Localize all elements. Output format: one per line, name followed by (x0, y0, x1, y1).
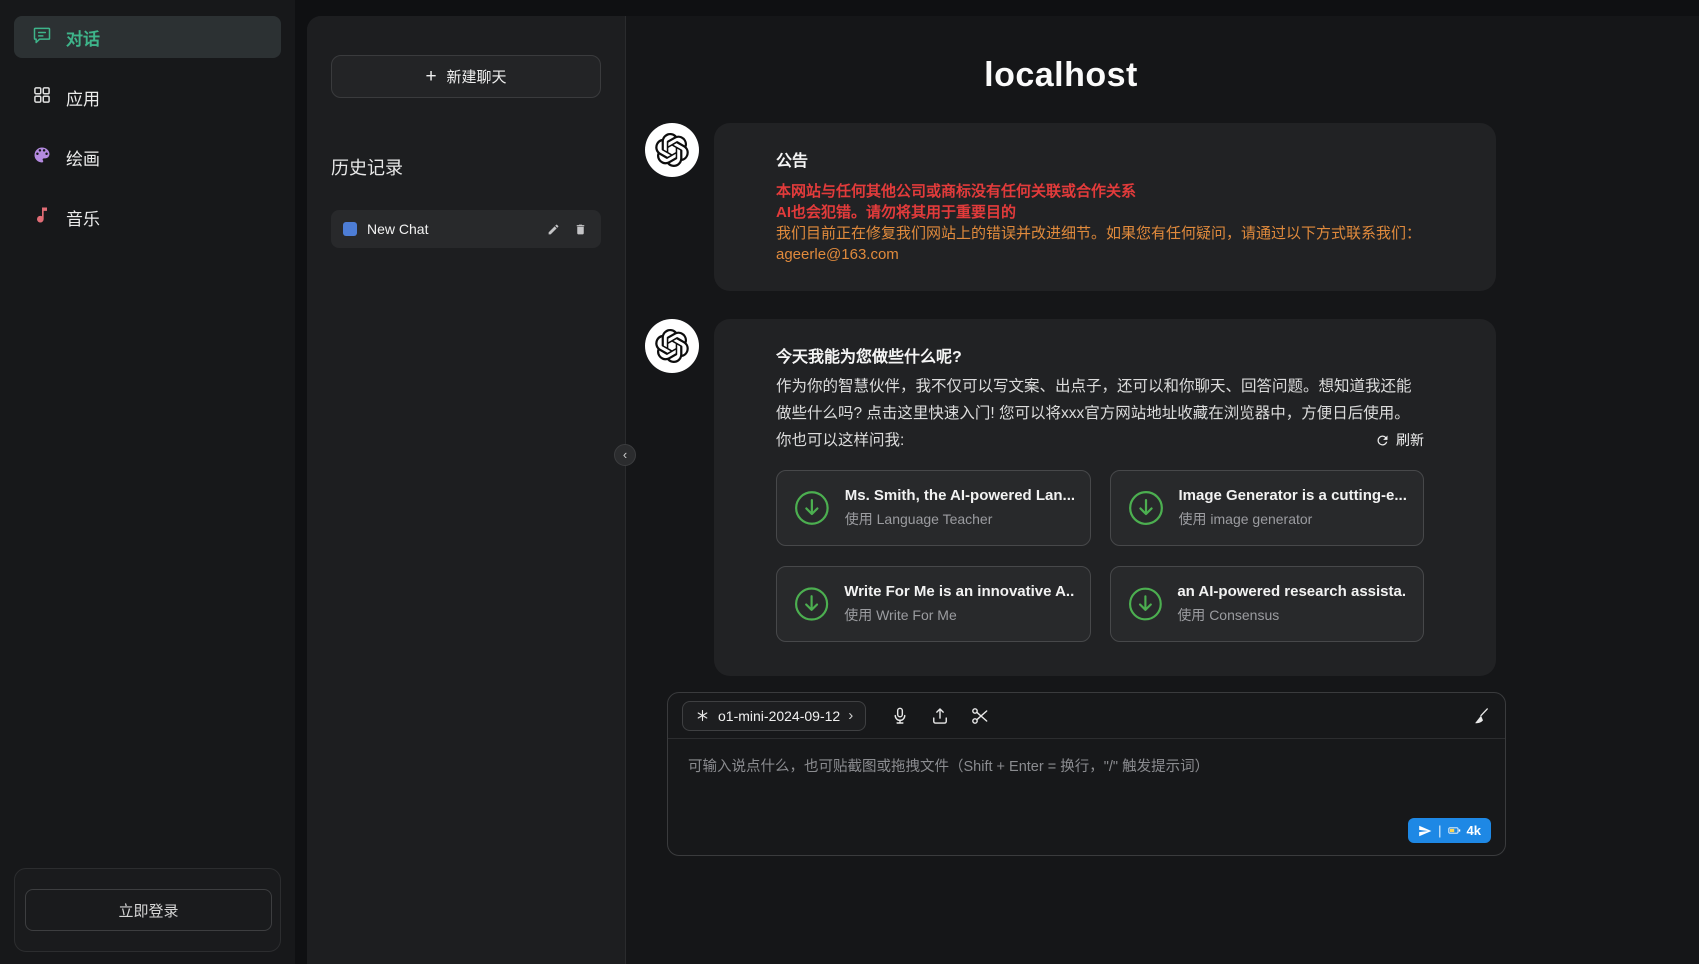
message-announcement: 公告 本网站与任何其他公司或商标没有任何关联或合作关系 AI也会犯错。请勿将其用… (626, 123, 1496, 291)
scissors-icon[interactable] (970, 706, 990, 726)
sidebar-item-drawing[interactable]: 绘画 (14, 136, 281, 178)
login-button[interactable]: 立即登录 (25, 889, 272, 931)
welcome-hint: 你也可以这样问我: (776, 427, 904, 454)
suggestion-text: Write For Me is an innovative A... 使用 Wr… (844, 583, 1073, 625)
page-title: localhost (626, 56, 1496, 95)
announcement-heading: 公告 (776, 147, 1456, 171)
hint-row: 你也可以这样问我: 刷新 (776, 427, 1424, 454)
suggestion-text: Ms. Smith, the AI-powered Lan... 使用 Lang… (845, 487, 1074, 529)
workspace: + 新建聊天 历史记录 New Chat (307, 16, 1699, 964)
circle-down-arrow-icon (1127, 585, 1164, 623)
welcome-body: 作为你的智慧伙伴，我不仅可以写文案、出点子，还可以和你聊天、回答问题。想知道我还… (776, 373, 1424, 427)
battery-icon (1448, 824, 1461, 837)
token-count: 4k (1467, 823, 1481, 838)
avatar (645, 319, 699, 373)
refresh-icon (1375, 433, 1390, 448)
pill-separator: | (1438, 823, 1441, 838)
refresh-label: 刷新 (1396, 427, 1424, 454)
sidebar-item-label: 对话 (66, 25, 100, 50)
model-selector[interactable]: o1-mini-2024-09-12 › (682, 701, 866, 731)
sidebar-item-music[interactable]: 音乐 (14, 196, 281, 238)
chevron-right-icon: › (848, 707, 853, 724)
suggestion-subtitle: 使用 Language Teacher (845, 509, 1074, 529)
suggestion-text: an AI-powered research assista... 使用 Con… (1177, 583, 1407, 625)
delete-trash-icon[interactable] (572, 221, 589, 238)
music-note-icon (32, 205, 52, 230)
send-plane-icon (1418, 824, 1432, 838)
new-chat-button[interactable]: + 新建聊天 (331, 55, 601, 98)
suggestion-subtitle: 使用 Consensus (1177, 605, 1407, 625)
announcement-line-2: AI也会犯错。请勿将其用于重要目的 (776, 202, 1456, 223)
suggestion-card[interactable]: an AI-powered research assista... 使用 Con… (1110, 566, 1425, 642)
edit-pencil-icon[interactable] (545, 221, 562, 238)
broom-clear-icon[interactable] (1471, 706, 1491, 726)
message-welcome: 今天我能为您做些什么呢? 作为你的智慧伙伴，我不仅可以写文案、出点子，还可以和你… (626, 319, 1496, 676)
collapse-sidebar-button[interactable]: ‹ (614, 444, 636, 466)
suggestion-card[interactable]: Ms. Smith, the AI-powered Lan... 使用 Lang… (776, 470, 1091, 546)
history-panel: + 新建聊天 历史记录 New Chat (307, 16, 625, 964)
model-label: o1-mini-2024-09-12 (718, 708, 840, 724)
login-box: 立即登录 (14, 868, 281, 952)
apps-grid-icon (32, 85, 52, 110)
message-input[interactable] (686, 753, 1487, 821)
suggestion-subtitle: 使用 Write For Me (844, 605, 1073, 625)
announcement-line-3: 我们目前正在修复我们网站上的错误并改进细节。如果您有任何疑问，请通过以下方式联系… (776, 223, 1456, 244)
contact-email-link[interactable]: ageerle@163.com (776, 244, 899, 265)
chat-bubble-icon (32, 25, 52, 50)
history-item-title: New Chat (367, 221, 535, 237)
suggestion-title: Image Generator is a cutting-e... (1179, 487, 1407, 504)
welcome-bubble: 今天我能为您做些什么呢? 作为你的智慧伙伴，我不仅可以写文案、出点子，还可以和你… (714, 319, 1496, 676)
circle-down-arrow-icon (793, 489, 831, 527)
composer-input-area: | 4k (668, 739, 1505, 855)
avatar (645, 123, 699, 177)
composer: o1-mini-2024-09-12 › (667, 692, 1506, 856)
refresh-button[interactable]: 刷新 (1375, 427, 1424, 454)
sidebar-item-chat[interactable]: 对话 (14, 16, 281, 58)
send-token-pill[interactable]: | 4k (1408, 818, 1491, 843)
app-root: 对话 应用 绘画 (0, 0, 1699, 964)
history-title: 历史记录 (331, 154, 601, 180)
sidebar-item-apps[interactable]: 应用 (14, 76, 281, 118)
composer-toolbar: o1-mini-2024-09-12 › (668, 693, 1505, 739)
welcome-heading: 今天我能为您做些什么呢? (776, 343, 1424, 367)
announcement-bubble: 公告 本网站与任何其他公司或商标没有任何关联或合作关系 AI也会犯错。请勿将其用… (714, 123, 1496, 291)
suggestion-title: Write For Me is an innovative A... (844, 583, 1073, 600)
circle-down-arrow-icon (1127, 489, 1165, 527)
suggestion-text: Image Generator is a cutting-e... 使用 ima… (1179, 487, 1407, 529)
openai-logo-icon (655, 133, 689, 167)
announcement-line-1: 本网站与任何其他公司或商标没有任何关联或合作关系 (776, 181, 1456, 202)
chat-area: localhost 公告 本网站与任何其他公司或商标没有任何关联或合作关系 AI… (625, 16, 1699, 964)
circle-down-arrow-icon (793, 585, 830, 623)
suggestion-card[interactable]: Write For Me is an innovative A... 使用 Wr… (776, 566, 1091, 642)
sidebar: 对话 应用 绘画 (0, 0, 295, 964)
sparkle-icon (695, 708, 710, 723)
sidebar-item-label: 应用 (66, 85, 100, 110)
palette-icon (32, 145, 52, 170)
suggestion-title: an AI-powered research assista... (1177, 583, 1407, 600)
plus-icon: + (425, 67, 436, 86)
suggestion-grid: Ms. Smith, the AI-powered Lan... 使用 Lang… (776, 470, 1424, 642)
chat-mask-icon (343, 222, 357, 236)
chevron-left-icon: ‹ (623, 447, 627, 462)
sidebar-item-label: 音乐 (66, 205, 100, 230)
suggestion-title: Ms. Smith, the AI-powered Lan... (845, 487, 1074, 504)
suggestion-card[interactable]: Image Generator is a cutting-e... 使用 ima… (1110, 470, 1425, 546)
suggestion-subtitle: 使用 image generator (1179, 509, 1407, 529)
sidebar-item-label: 绘画 (66, 145, 100, 170)
microphone-icon[interactable] (890, 706, 910, 726)
history-list-item[interactable]: New Chat (331, 210, 601, 248)
new-chat-label: 新建聊天 (447, 66, 507, 87)
openai-logo-icon (655, 329, 689, 363)
upload-icon[interactable] (930, 706, 950, 726)
